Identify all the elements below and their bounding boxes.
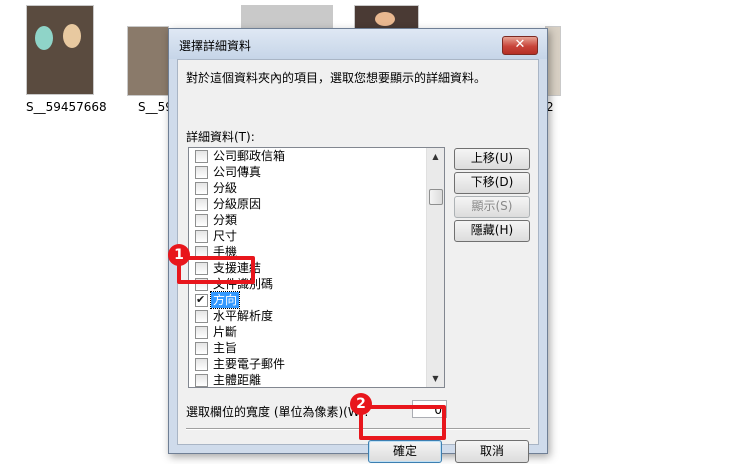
highlight-ok-button: [359, 405, 446, 440]
dialog-description: 對於這個資料夾內的項目，選取您想要顯示的詳細資料。: [186, 71, 487, 85]
step-2-badge: 2: [350, 393, 372, 415]
item-label: 分類: [213, 213, 238, 227]
thumbnail-image-5[interactable]: [546, 27, 560, 95]
item-label: 公司郵政信箱: [213, 149, 286, 163]
details-list-item[interactable]: 公司郵政信箱: [189, 148, 426, 164]
item-checkbox[interactable]: [195, 182, 208, 195]
choose-details-dialog: 選擇詳細資料 ✕ 對於這個資料夾內的項目，選取您想要顯示的詳細資料。 詳細資料(…: [168, 28, 548, 463]
item-checkbox[interactable]: [195, 326, 208, 339]
thumbnail-image-2[interactable]: [128, 27, 168, 95]
file-name-1[interactable]: S__59457668: [26, 100, 107, 114]
hide-button[interactable]: 隱藏(H): [454, 220, 530, 242]
item-label: 分級: [213, 181, 238, 195]
details-list-item[interactable]: ✔ 方向: [189, 291, 426, 309]
item-label: 主旨: [213, 341, 238, 355]
dialog-title: 選擇詳細資料: [179, 39, 252, 53]
scrollbar-thumb[interactable]: [429, 189, 443, 205]
details-list-item[interactable]: 主體距離: [189, 372, 426, 387]
item-label: 主體距離: [213, 373, 262, 387]
checkmark-icon: ✔: [196, 293, 206, 306]
listbox-scrollbar[interactable]: ▲ ▼: [426, 148, 444, 387]
item-label: 分級原因: [213, 197, 262, 211]
details-list-item[interactable]: 分級: [189, 180, 426, 196]
item-checkbox[interactable]: [195, 358, 208, 371]
details-list-item[interactable]: 主要電子郵件: [189, 356, 426, 372]
dialog-body: 對於這個資料夾內的項目，選取您想要顯示的詳細資料。 詳細資料(T): 公司郵政信…: [177, 59, 539, 463]
details-list-item[interactable]: 片斷: [189, 324, 426, 340]
item-label: 水平解析度: [213, 309, 274, 323]
thumbnail-image-3[interactable]: [242, 6, 332, 28]
item-checkbox[interactable]: [195, 310, 208, 323]
details-list-item[interactable]: 主旨: [189, 340, 426, 356]
item-label: 尺寸: [213, 229, 238, 243]
ok-button[interactable]: 確定: [368, 440, 442, 463]
close-button[interactable]: ✕: [502, 36, 538, 55]
details-list-label: 詳細資料(T):: [186, 130, 255, 144]
item-label: 方向: [209, 291, 241, 309]
step-1-badge: 1: [168, 244, 190, 266]
move-up-button[interactable]: 上移(U): [454, 148, 530, 170]
thumbnail-image-1[interactable]: [27, 6, 93, 94]
item-label: 主要電子郵件: [213, 357, 286, 371]
scroll-up-arrow-icon[interactable]: ▲: [427, 148, 444, 165]
thumbnail-image-4[interactable]: [355, 6, 418, 28]
dialog-separator: [186, 428, 530, 430]
column-width-label: 選取欄位的寬度 (單位為像素)(W):: [186, 405, 369, 419]
cancel-button[interactable]: 取消: [455, 440, 529, 463]
close-icon: ✕: [514, 37, 526, 52]
item-checkbox[interactable]: ✔: [195, 293, 208, 307]
item-checkbox[interactable]: [195, 214, 208, 227]
item-label: 公司傳真: [213, 165, 262, 179]
item-checkbox[interactable]: [195, 150, 208, 163]
scroll-down-arrow-icon[interactable]: ▼: [427, 370, 444, 387]
show-button[interactable]: 顯示(S): [454, 196, 530, 218]
details-list-item[interactable]: 水平解析度: [189, 308, 426, 324]
item-checkbox[interactable]: [195, 198, 208, 211]
item-checkbox[interactable]: [195, 342, 208, 355]
item-checkbox[interactable]: [195, 230, 208, 243]
details-list-item[interactable]: 分級原因: [189, 196, 426, 212]
dialog-titlebar[interactable]: 選擇詳細資料 ✕: [169, 29, 547, 59]
details-list-item[interactable]: 尺寸: [189, 228, 426, 244]
move-down-button[interactable]: 下移(D): [454, 172, 530, 194]
item-checkbox[interactable]: [195, 374, 208, 387]
details-list-item[interactable]: 公司傳真: [189, 164, 426, 180]
item-checkbox[interactable]: [195, 166, 208, 179]
item-label: 片斷: [213, 325, 238, 339]
details-list-item[interactable]: 分類: [189, 212, 426, 228]
